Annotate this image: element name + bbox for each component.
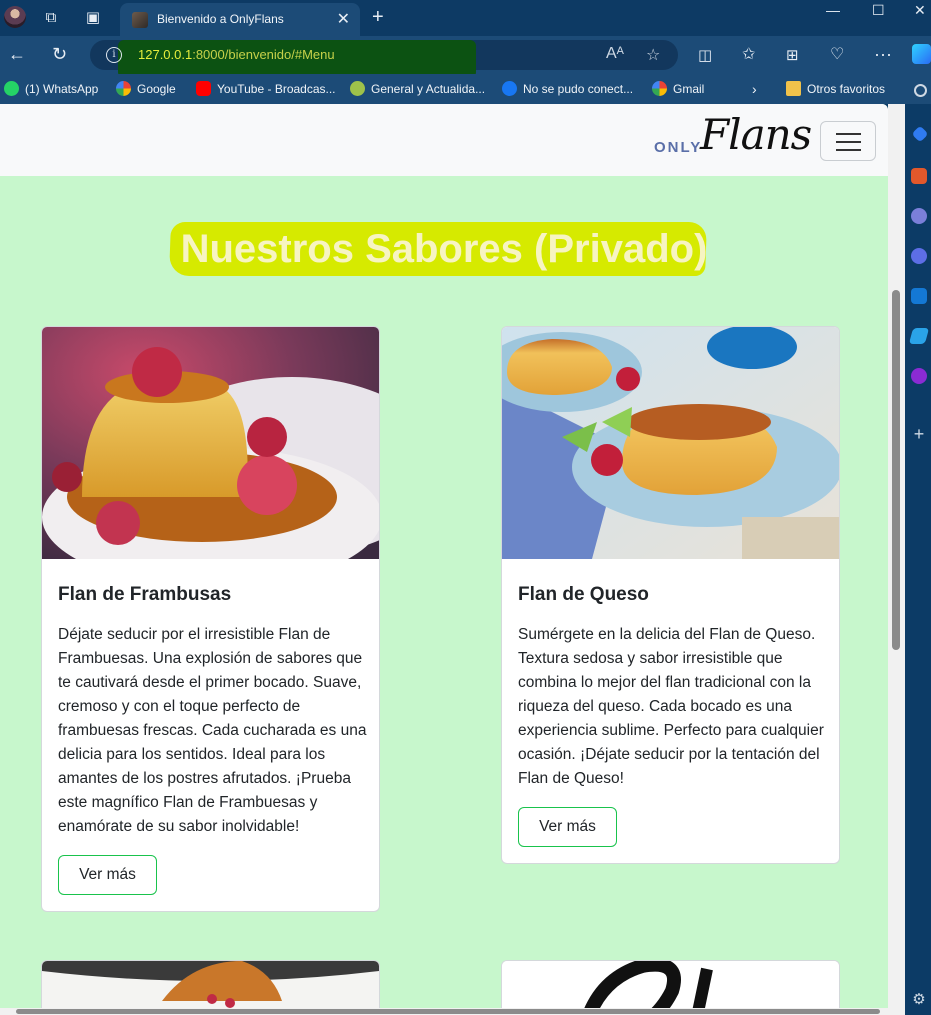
search-icon[interactable] <box>914 84 927 97</box>
flavor-card <box>41 960 380 1015</box>
folder-icon <box>786 81 801 96</box>
vertical-scrollbar[interactable] <box>888 104 905 1009</box>
youtube-icon <box>196 81 211 96</box>
site-navbar: ONLY Flans <box>0 104 888 176</box>
shopping-tag-icon[interactable] <box>911 125 929 143</box>
horizontal-scroll-thumb[interactable] <box>16 1009 880 1014</box>
add-sidebar-app-icon[interactable]: + <box>911 425 927 443</box>
bookmark-google[interactable]: Google <box>116 81 176 96</box>
bookmark-general[interactable]: General y Actualida... <box>350 81 485 96</box>
card-title: Flan de Frambusas <box>58 584 232 605</box>
hamburger-line <box>836 141 861 143</box>
maximize-icon[interactable]: ☐ <box>872 2 885 19</box>
bookmark-whatsapp[interactable]: (1) WhatsApp <box>4 81 98 96</box>
flavor-card <box>501 960 840 1015</box>
bookmarks-bar: (1) WhatsApp Google YouTube - Broadcas..… <box>0 74 931 104</box>
brand-flans-logo[interactable]: Flans <box>700 110 812 159</box>
tab-onlyflans[interactable]: Bienvenido a OnlyFlans ✕ <box>120 3 360 36</box>
favorite-star-icon[interactable]: ☆ <box>646 45 660 65</box>
new-tab-icon[interactable]: + <box>372 6 384 29</box>
flan-image <box>42 961 379 1015</box>
tools-icon[interactable] <box>911 168 927 184</box>
games-icon[interactable] <box>911 248 927 264</box>
send-icon[interactable] <box>908 328 930 344</box>
google-icon <box>116 81 131 96</box>
bookmarks-overflow-icon[interactable]: › <box>752 81 757 97</box>
split-screen-icon[interactable]: ◫ <box>698 46 712 64</box>
whatsapp-icon <box>4 81 19 96</box>
card-title: Flan de Queso <box>518 584 649 605</box>
flan-image <box>502 961 839 1015</box>
card-description: Sumérgete en la delicia del Flan de Ques… <box>518 626 824 787</box>
general-site-icon <box>350 81 365 96</box>
page-title: Nuestros Sabores (Privado) <box>180 227 708 271</box>
minimize-icon[interactable]: — <box>826 2 840 18</box>
bookmark-other-favorites[interactable]: Otros favoritos <box>786 81 885 96</box>
flavor-card: Flan de Frambusas Déjate seducir por el … <box>41 326 380 912</box>
back-icon[interactable]: ← <box>8 44 26 65</box>
collections-icon[interactable]: ⊞ <box>786 46 799 64</box>
browser-essentials-icon[interactable]: ♡ <box>830 44 844 64</box>
hamburger-line <box>836 149 861 151</box>
brand-only-text[interactable]: ONLY <box>654 139 702 156</box>
app-icon[interactable] <box>911 368 927 384</box>
ver-mas-button[interactable]: Ver más <box>58 855 157 895</box>
close-tab-icon[interactable]: ✕ <box>337 9 350 29</box>
bookmark-facebook[interactable]: No se pudo conect... <box>502 81 633 96</box>
site-info-icon[interactable]: i <box>106 47 122 63</box>
edge-sidebar: + ⚙ <box>905 84 931 1015</box>
address-toolbar: ← ↻ i 127.0.0.1:8000/bienvenido/#Menu Aᴬ… <box>0 36 931 78</box>
outlook-icon[interactable] <box>911 288 927 304</box>
bookmark-youtube[interactable]: YouTube - Broadcas... <box>196 81 336 96</box>
google-icon <box>652 81 667 96</box>
tab-title: Bienvenido a OnlyFlans <box>157 12 284 26</box>
close-window-icon[interactable]: ✕ <box>914 2 926 19</box>
card-description: Déjate seducir por el irresistible Flan … <box>58 626 367 835</box>
more-options-icon[interactable]: ··· <box>874 44 892 65</box>
navbar-toggler-button[interactable] <box>820 121 876 161</box>
hamburger-menu-icon <box>836 133 861 135</box>
settings-gear-icon[interactable]: ⚙ <box>911 992 927 1008</box>
page-viewport: ONLY Flans Nuestros Sabores (Privado) Fl… <box>0 104 888 1015</box>
facebook-icon <box>502 81 517 96</box>
bookmark-gmail[interactable]: Gmail <box>652 81 704 96</box>
favorites-icon[interactable]: ✩ <box>742 44 755 64</box>
refresh-icon[interactable]: ↻ <box>52 44 67 65</box>
read-aloud-icon[interactable]: Aᴬ <box>606 45 624 63</box>
ver-mas-button[interactable]: Ver más <box>518 807 617 847</box>
vertical-scroll-thumb[interactable] <box>892 290 900 650</box>
flavor-card: Flan de Queso Sumérgete en la delicia de… <box>501 326 840 864</box>
workspaces-icon[interactable]: ⧉ <box>42 9 60 27</box>
tab-favicon-icon <box>132 12 148 28</box>
cheese-flan-image <box>502 327 839 559</box>
copilot-icon[interactable] <box>912 44 931 64</box>
horizontal-scrollbar[interactable] <box>0 1008 905 1015</box>
raspberry-flan-image <box>42 327 379 559</box>
profile-avatar[interactable] <box>4 6 26 28</box>
persona-icon[interactable] <box>911 208 927 224</box>
browser-tab-bar: ⧉ ▣ Bienvenido a OnlyFlans ✕ + — ☐ ✕ <box>0 0 931 36</box>
url-text[interactable]: 127.0.0.1:8000/bienvenido/#Menu <box>138 47 335 62</box>
address-bar[interactable]: i 127.0.0.1:8000/bienvenido/#Menu Aᴬ ☆ <box>90 40 678 78</box>
tab-actions-icon[interactable]: ▣ <box>84 9 102 27</box>
